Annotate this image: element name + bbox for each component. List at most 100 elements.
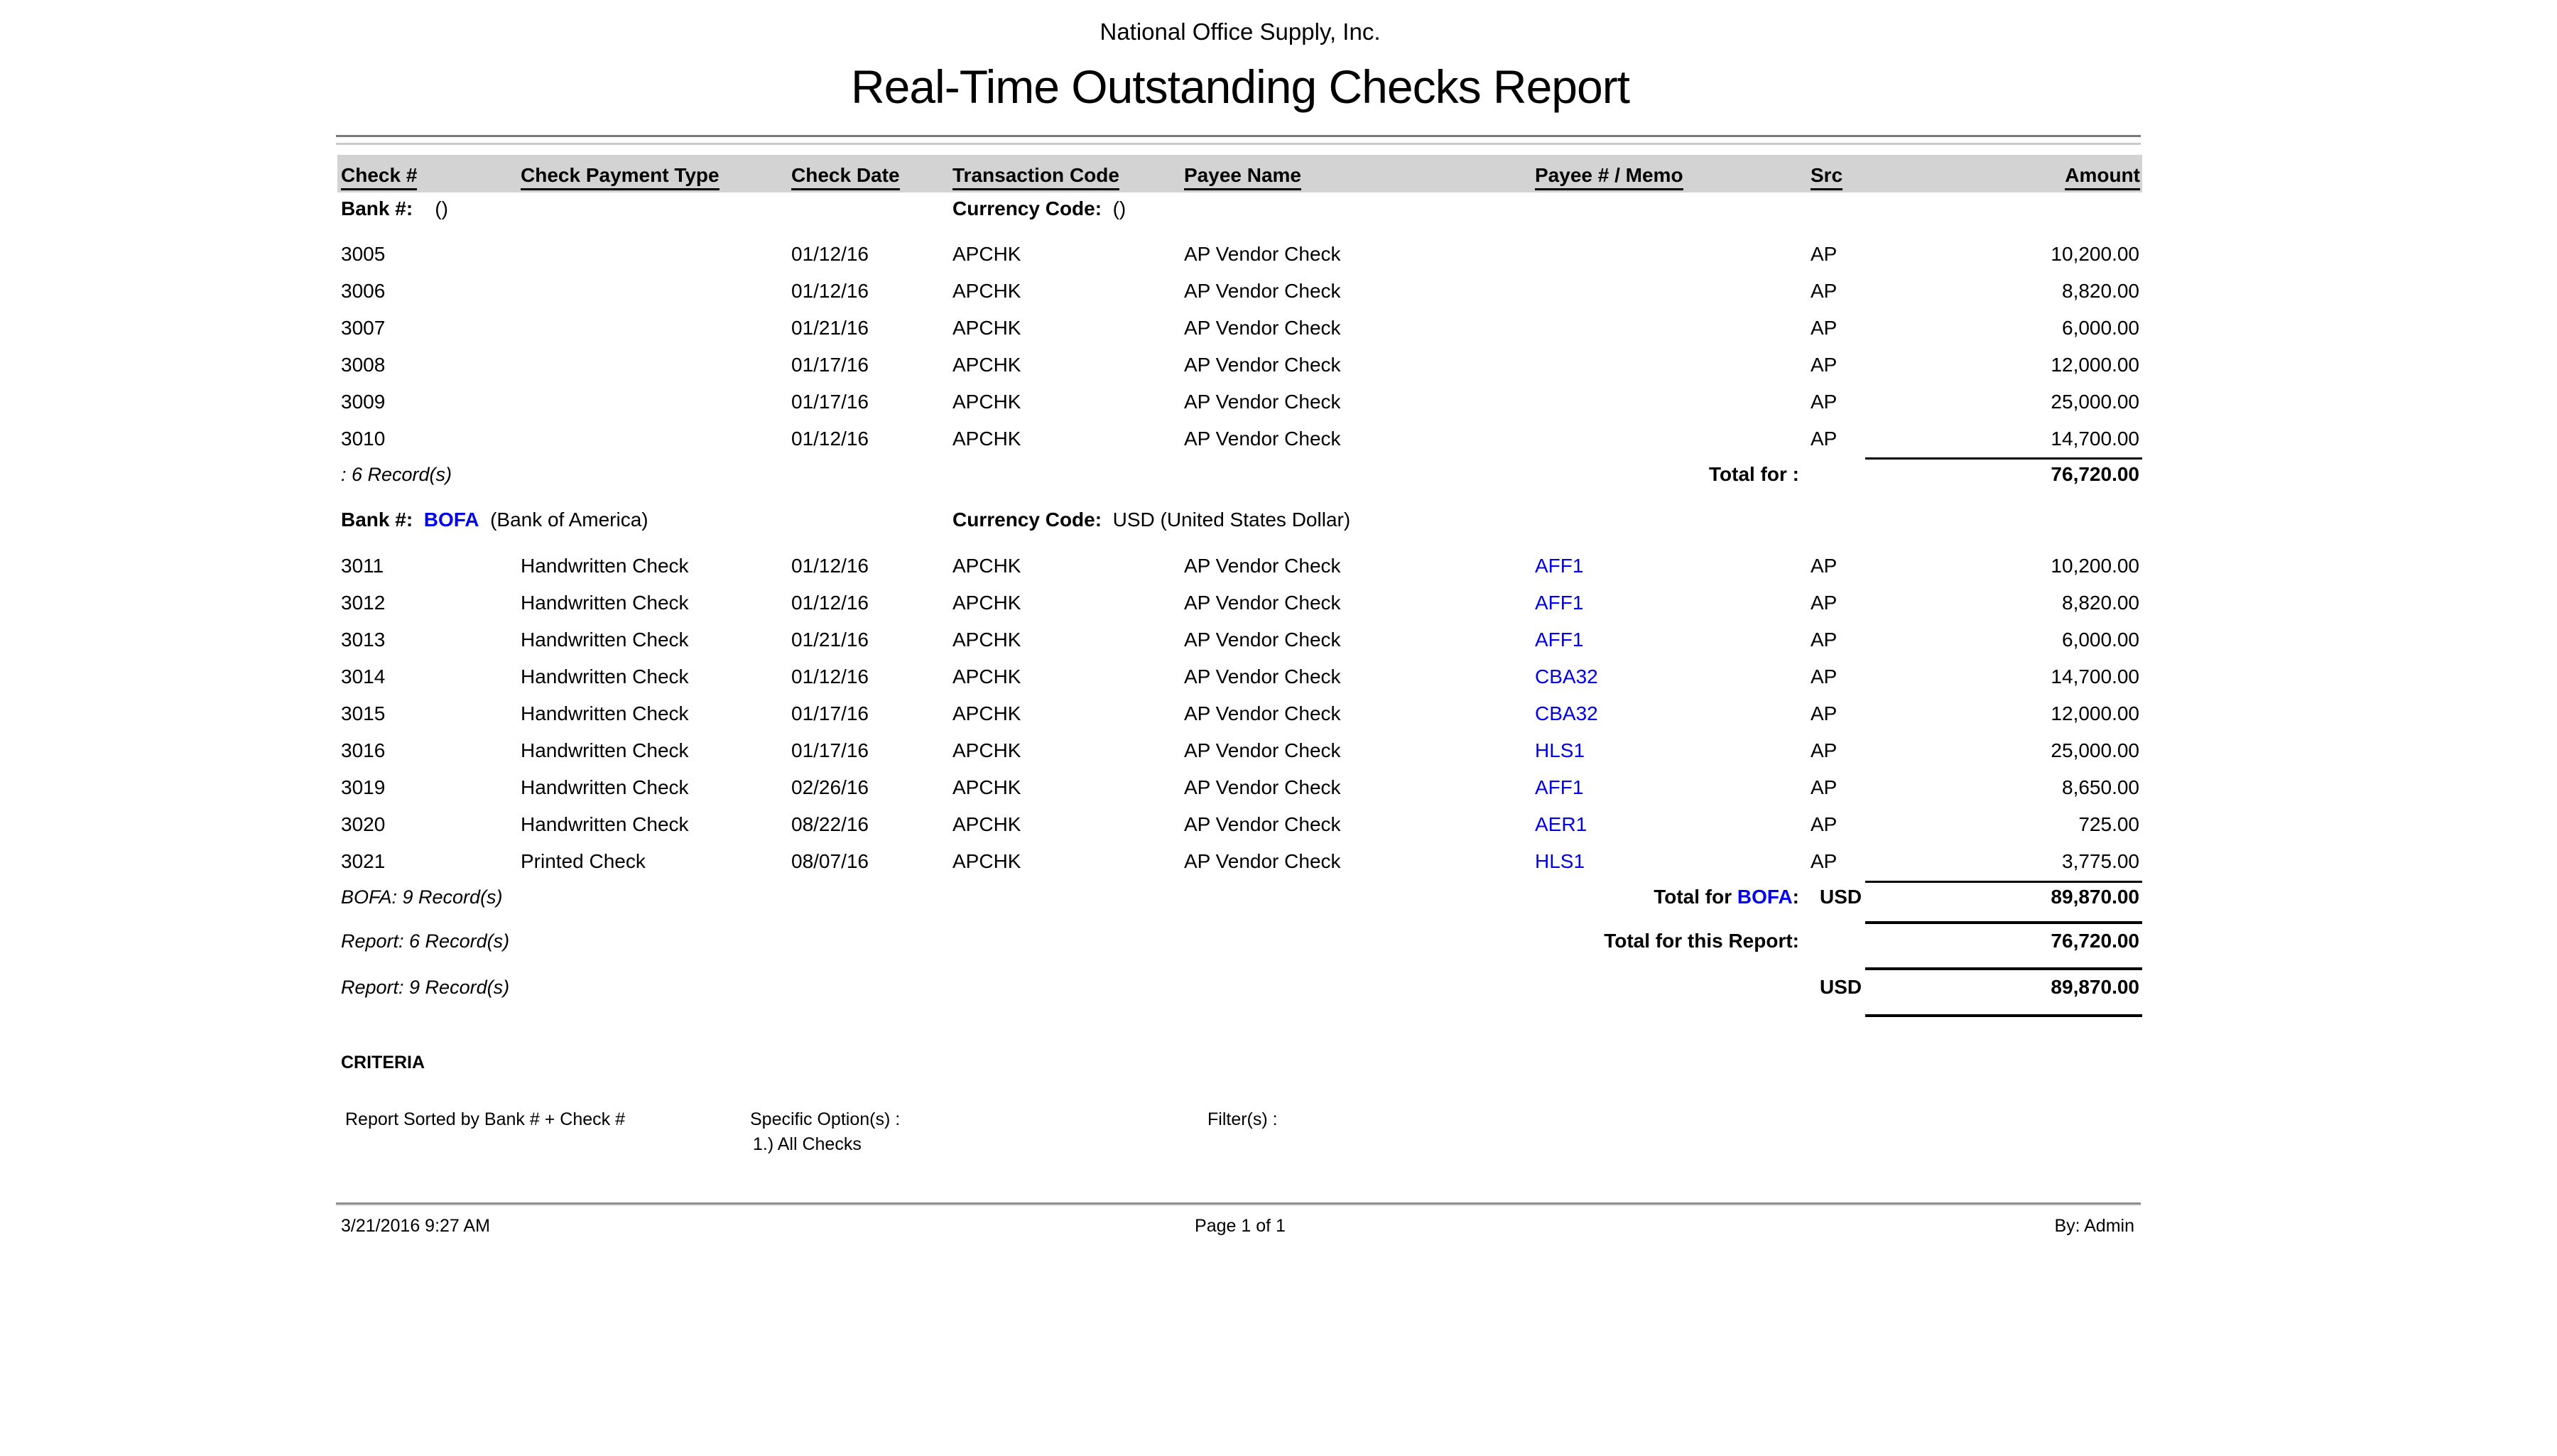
total-label: Total for : bbox=[1709, 456, 1799, 493]
column-header-check-date: Check Date bbox=[791, 164, 900, 187]
check-date: 01/12/16 bbox=[791, 273, 952, 310]
table-row: 3011Handwritten Check01/12/16APCHKAP Ven… bbox=[341, 548, 2139, 585]
payee-name: AP Vendor Check bbox=[1184, 420, 1535, 457]
check-number: 3005 bbox=[341, 236, 521, 273]
transaction-code: APCHK bbox=[952, 273, 1184, 310]
check-date: 01/12/16 bbox=[791, 658, 952, 695]
amount-value: 8,820.00 bbox=[1905, 273, 2139, 310]
total-currency: USD bbox=[1820, 879, 1862, 916]
check-payment-type: Handwritten Check bbox=[521, 769, 791, 806]
amount-value: 6,000.00 bbox=[1905, 621, 2139, 658]
check-number: 3011 bbox=[341, 548, 521, 585]
report-total-amount: 76,720.00 bbox=[2051, 923, 2139, 960]
table-row: 3020Handwritten Check08/22/16APCHKAP Ven… bbox=[341, 806, 2139, 843]
table-row: 301001/12/16APCHKAP Vendor CheckAP14,700… bbox=[341, 420, 2139, 457]
payee-memo-link bbox=[1535, 310, 1810, 347]
check-payment-type: Printed Check bbox=[521, 843, 791, 880]
records-count: Report: 6 Record(s) bbox=[341, 923, 509, 960]
amount-value: 12,000.00 bbox=[1905, 347, 2139, 384]
transaction-code: APCHK bbox=[952, 347, 1184, 384]
report-total-currency: USD bbox=[1820, 969, 1862, 1006]
bank-label: Bank #: bbox=[341, 509, 413, 531]
table-row: 3014Handwritten Check01/12/16APCHKAP Ven… bbox=[341, 658, 2139, 695]
page-title: Real-Time Outstanding Checks Report bbox=[341, 60, 2139, 114]
payee-memo-link[interactable]: HLS1 bbox=[1535, 732, 1810, 769]
currency-code: USD bbox=[1113, 509, 1155, 531]
bank-code-link[interactable]: BOFA bbox=[424, 509, 479, 531]
payee-memo-link[interactable]: AER1 bbox=[1535, 806, 1810, 843]
check-payment-type: Handwritten Check bbox=[521, 548, 791, 585]
check-number: 3013 bbox=[341, 621, 521, 658]
records-count: BOFA: 9 Record(s) bbox=[341, 879, 503, 916]
check-payment-type bbox=[521, 347, 791, 384]
table-row: 300501/12/16APCHKAP Vendor CheckAP10,200… bbox=[341, 236, 2139, 273]
src-code: AP bbox=[1810, 621, 1917, 658]
payee-memo-link[interactable]: AFF1 bbox=[1535, 621, 1810, 658]
payee-memo-link[interactable]: HLS1 bbox=[1535, 843, 1810, 880]
src-code: AP bbox=[1810, 420, 1917, 457]
report-total-rule-3 bbox=[1865, 1014, 2142, 1017]
payee-name: AP Vendor Check bbox=[1184, 695, 1535, 732]
payee-name: AP Vendor Check bbox=[1184, 310, 1535, 347]
check-payment-type: Handwritten Check bbox=[521, 806, 791, 843]
check-payment-type bbox=[521, 273, 791, 310]
amount-value: 10,200.00 bbox=[1905, 236, 2139, 273]
title-rule-light bbox=[336, 143, 2141, 145]
check-date: 01/17/16 bbox=[791, 732, 952, 769]
payee-name: AP Vendor Check bbox=[1184, 843, 1535, 880]
check-date: 01/12/16 bbox=[791, 585, 952, 621]
footer-page-number: Page 1 of 1 bbox=[341, 1216, 2139, 1237]
amount-value: 25,000.00 bbox=[1905, 384, 2139, 420]
check-date: 08/07/16 bbox=[791, 843, 952, 880]
payee-memo-link[interactable]: AFF1 bbox=[1535, 548, 1810, 585]
payee-name: AP Vendor Check bbox=[1184, 347, 1535, 384]
table-row: 3012Handwritten Check01/12/16APCHKAP Ven… bbox=[341, 585, 2139, 621]
check-payment-type: Handwritten Check bbox=[521, 658, 791, 695]
check-payment-type bbox=[521, 236, 791, 273]
payee-memo-link[interactable]: AFF1 bbox=[1535, 585, 1810, 621]
criteria-sort-text: Report Sorted by Bank # + Check # bbox=[345, 1109, 625, 1130]
column-header-src: Src bbox=[1810, 164, 1842, 187]
currency-label: Currency Code: bbox=[952, 197, 1102, 219]
bank-name: (Bank of America) bbox=[490, 509, 648, 531]
check-date: 01/12/16 bbox=[791, 420, 952, 457]
currency-label: Currency Code: bbox=[952, 509, 1102, 531]
table-row: 3019Handwritten Check02/26/16APCHKAP Ven… bbox=[341, 769, 2139, 806]
amount-value: 14,700.00 bbox=[1905, 658, 2139, 695]
column-header-payee-name: Payee Name bbox=[1184, 164, 1301, 187]
check-payment-type: Handwritten Check bbox=[521, 621, 791, 658]
check-number: 3021 bbox=[341, 843, 521, 880]
bank-group-header: Bank #: () Currency Code: () bbox=[341, 190, 2139, 227]
src-code: AP bbox=[1810, 843, 1917, 880]
check-rows-section-2: 3011Handwritten Check01/12/16APCHKAP Ven… bbox=[341, 548, 2139, 880]
criteria-heading: CRITERIA bbox=[341, 1053, 425, 1073]
payee-memo-link[interactable]: CBA32 bbox=[1535, 695, 1810, 732]
bank-name: () bbox=[435, 197, 448, 219]
currency-name: (United States Dollar) bbox=[1161, 509, 1351, 531]
check-number: 3009 bbox=[341, 384, 521, 420]
transaction-code: APCHK bbox=[952, 658, 1184, 695]
payee-memo-link[interactable]: CBA32 bbox=[1535, 658, 1810, 695]
column-header-bar: Check # Check Payment Type Check Date Tr… bbox=[337, 155, 2142, 192]
src-code: AP bbox=[1810, 769, 1917, 806]
payee-memo-link[interactable]: AFF1 bbox=[1535, 769, 1810, 806]
table-row: 3016Handwritten Check01/17/16APCHKAP Ven… bbox=[341, 732, 2139, 769]
table-row: 3013Handwritten Check01/21/16APCHKAP Ven… bbox=[341, 621, 2139, 658]
src-code: AP bbox=[1810, 273, 1917, 310]
criteria-option-1: 1.) All Checks bbox=[753, 1134, 862, 1155]
records-count: Report: 9 Record(s) bbox=[341, 969, 509, 1006]
transaction-code: APCHK bbox=[952, 585, 1184, 621]
transaction-code: APCHK bbox=[952, 420, 1184, 457]
footer-rule-light bbox=[336, 1205, 2141, 1206]
table-row: 300701/21/16APCHKAP Vendor CheckAP6,000.… bbox=[341, 310, 2139, 347]
section-total-row: BOFA: 9 Record(s) Total for BOFA: USD 89… bbox=[341, 879, 2139, 916]
table-row: 300801/17/16APCHKAP Vendor CheckAP12,000… bbox=[341, 347, 2139, 384]
amount-value: 10,200.00 bbox=[1905, 548, 2139, 585]
total-bank-code[interactable]: BOFA bbox=[1737, 886, 1793, 908]
column-header-payee-memo: Payee # / Memo bbox=[1535, 164, 1683, 187]
transaction-code: APCHK bbox=[952, 769, 1184, 806]
check-payment-type bbox=[521, 420, 791, 457]
transaction-code: APCHK bbox=[952, 236, 1184, 273]
amount-value: 14,700.00 bbox=[1905, 420, 2139, 457]
check-payment-type: Handwritten Check bbox=[521, 585, 791, 621]
